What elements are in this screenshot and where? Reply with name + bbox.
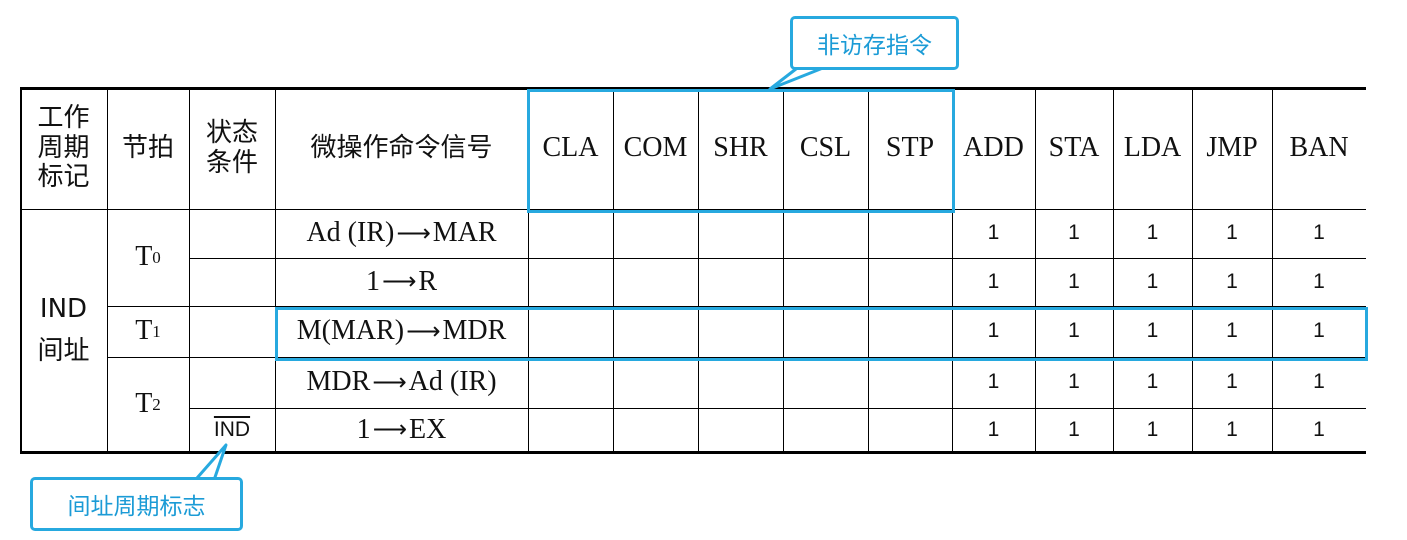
signal-value-cell [783,258,868,306]
arrow-icon: ⟶ [372,415,408,444]
signal-value-cell [783,306,868,357]
micro-op-target: MDR [442,315,507,347]
signal-value-cell: 1 [1146,370,1159,394]
signal-value-cell: 1 [1226,221,1238,245]
signal-value-cell: 1 [987,417,1000,441]
signal-value-cell [868,357,952,408]
header-instruction-jmp: JMP [1206,132,1258,164]
micro-op-source: M(MAR) [296,315,405,347]
signal-value-cell [528,258,613,306]
beat-subscript: 0 [152,247,161,267]
signal-value-cell [528,408,613,452]
signal-value-cell: 1 [1313,319,1325,343]
micro-op-row-1: 1 ⟶ R [275,258,528,306]
signal-value-cell [613,258,698,306]
micro-op-target: R [418,265,438,297]
micro-op-row-0: Ad (IR) ⟶ MAR [275,209,528,258]
micro-op-source: 1 [356,413,371,445]
micro-op-row-2: M(MAR) ⟶ MDR [275,306,528,357]
signal-value-cell: 1 [987,221,1000,245]
micro-op-target: Ad (IR) [408,366,497,398]
header-instruction-sta: STA [1048,132,1100,164]
beat-t2: T2 [135,388,161,420]
arrow-icon: ⟶ [372,367,407,396]
micro-op-source: Ad (IR) [306,217,395,249]
header-instruction-csl: CSL [799,132,852,164]
beat-subscript: 1 [152,321,161,341]
header-instruction-shr: SHR [713,132,768,164]
signal-value-cell [698,209,783,258]
signal-value-cell: 1 [1313,269,1325,293]
signal-value-cell [613,357,698,408]
signal-value-cell [868,408,952,452]
signal-value-cell: 1 [1146,417,1159,441]
signal-value-cell: 1 [1226,417,1238,441]
micro-op-target: EX [409,413,447,445]
arrow-icon: ⟶ [406,316,441,345]
signal-value-cell: 1 [1146,221,1159,245]
signal-value-cell: 1 [1313,221,1325,245]
signal-value-cell [528,306,613,357]
signal-value-cell: 1 [1146,269,1159,293]
header-instruction-cla: CLA [542,132,599,164]
signal-value-cell [613,209,698,258]
micro-op-target: MAR [432,217,497,249]
header-micro-ops: 微操作命令信号 [310,132,493,163]
header-condition: 状态 条件 [205,117,258,178]
signal-value-cell: 1 [1226,319,1238,343]
header-beat: 节拍 [121,132,174,163]
signal-value-cell [698,258,783,306]
arrow-icon: ⟶ [381,267,417,296]
signal-value-cell [868,209,952,258]
signal-value-cell [783,408,868,452]
signal-value-cell: 1 [1068,221,1080,245]
signal-value-cell: 1 [1068,417,1080,441]
callout-indirect-cycle-flag: 间址周期标志 [30,477,243,531]
signal-value-cell: 1 [987,269,1000,293]
signal-value-cell [698,357,783,408]
signal-value-cell [868,306,952,357]
header-instruction-lda: LDA [1123,132,1182,164]
signal-value-cell [783,357,868,408]
signal-value-cell [783,209,868,258]
header-instruction-com: COM [623,132,688,164]
signal-value-cell [613,408,698,452]
condition-ind-flag: IND [189,408,275,452]
signal-value-cell: 1 [987,370,1000,394]
signal-value-cell [528,357,613,408]
signal-value-cell: 1 [1226,370,1238,394]
signal-value-cell [613,306,698,357]
header-instruction-stp: STP [885,132,935,164]
header-instruction-ban: BAN [1289,132,1349,164]
beat-t1: T1 [135,315,161,347]
signal-value-cell [698,408,783,452]
micro-op-source: MDR [306,366,371,398]
signal-value-cell: 1 [1313,417,1325,441]
signal-value-cell: 1 [987,319,1000,343]
micro-op-source: 1 [365,265,380,297]
signal-value-cell: 1 [1226,269,1238,293]
cycle-label-ind: IND 间址 [37,293,90,366]
micro-op-row-3: MDR ⟶ Ad (IR) [275,357,528,408]
signal-value-cell: 1 [1068,319,1080,343]
signal-value-cell [528,209,613,258]
signal-value-cell [868,258,952,306]
beat-t0: T0 [135,241,161,273]
header-instruction-add: ADD [963,132,1024,164]
signal-value-cell: 1 [1146,319,1159,343]
signal-value-cell [698,306,783,357]
micro-op-row-4: 1 ⟶ EX [275,408,528,452]
signal-value-cell: 1 [1068,269,1080,293]
signal-value-cell: 1 [1313,370,1325,394]
beat-subscript: 2 [152,394,161,414]
signal-value-cell: 1 [1068,370,1080,394]
ind-overline-label: IND [213,417,251,441]
callout-non-memory-instructions: 非访存指令 [790,16,959,70]
arrow-icon: ⟶ [396,218,431,247]
header-cycle-flag: 工作 周期 标记 [37,102,90,193]
